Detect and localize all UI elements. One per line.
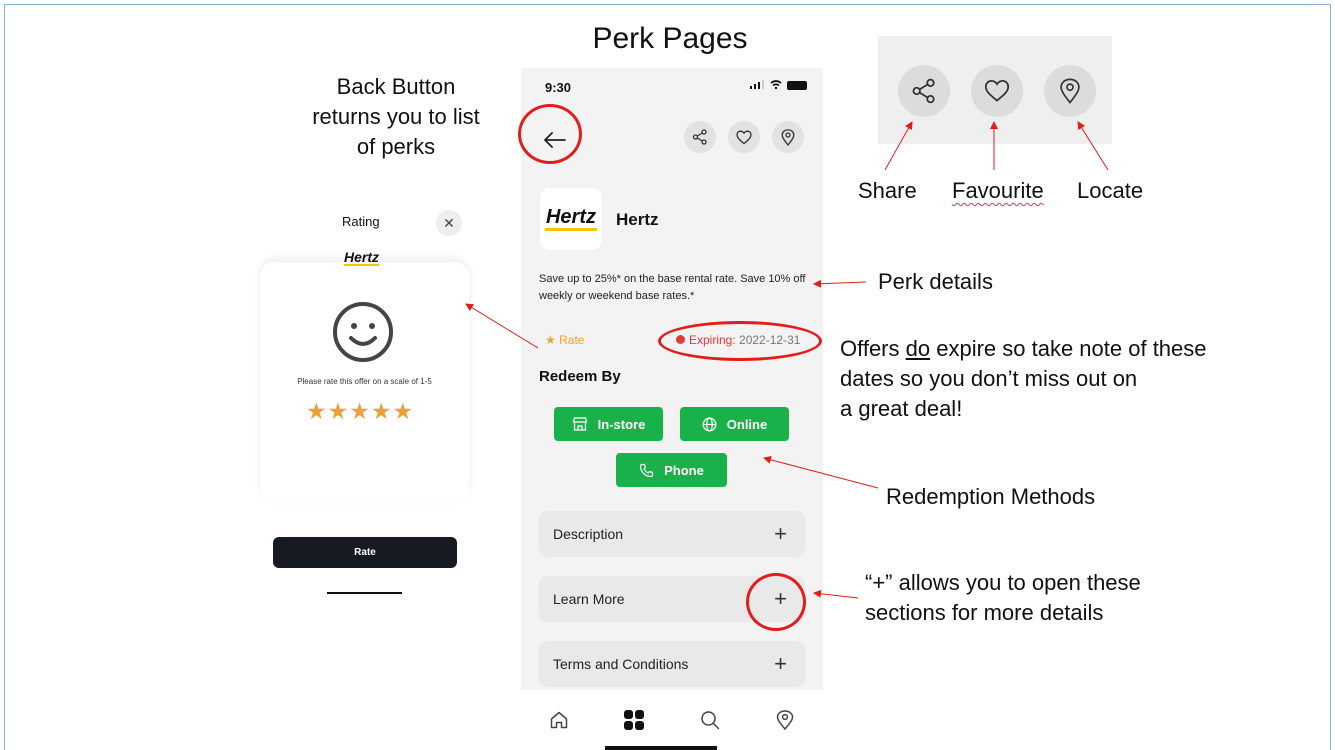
- location-pin-icon: [781, 128, 795, 146]
- store-icon: [572, 417, 587, 431]
- rate-link-label: Rate: [559, 333, 585, 347]
- favourite-button-large: [971, 65, 1023, 117]
- plus-note-line1: “+” allows you to open these: [865, 570, 1141, 595]
- action-icons-panel: [878, 36, 1112, 144]
- expand-plus-icon[interactable]: +: [774, 523, 787, 545]
- tab-search[interactable]: [690, 700, 730, 740]
- share-icon: [692, 129, 707, 145]
- online-button[interactable]: Online: [680, 407, 789, 441]
- tab-home[interactable]: [539, 700, 579, 740]
- tab-perks[interactable]: [614, 700, 654, 740]
- description-section-label: Description: [553, 526, 624, 542]
- in-store-label: In-store: [597, 416, 646, 432]
- redeem-by-title: Redeem By: [539, 368, 621, 385]
- globe-icon: [702, 417, 717, 431]
- search-icon: [701, 711, 719, 730]
- back-button-note-line2: returns you to list: [312, 104, 480, 129]
- perk-details-note: Perk details: [878, 269, 993, 294]
- tab-locate[interactable]: [765, 700, 805, 740]
- expiry-note-line1: Offers do expire so take note of these: [840, 334, 1270, 364]
- favourite-button[interactable]: [728, 121, 760, 153]
- rate-link[interactable]: ★ Rate: [545, 333, 584, 347]
- smiley-icon: [333, 302, 393, 362]
- plus-note: “+” allows you to open these sections fo…: [865, 568, 1205, 628]
- star-icon: ★: [545, 333, 556, 347]
- expiry-note-line2: dates so you don’t miss out on: [840, 366, 1138, 391]
- perk-description: Save up to 25%* on the base rental rate.…: [539, 273, 806, 302]
- rating-prompt: Please rate this offer on a scale of 1-5: [297, 377, 432, 386]
- locate-button-large: [1044, 65, 1096, 117]
- heart-icon: [984, 80, 1010, 102]
- plus-highlight: [746, 573, 806, 631]
- rate-button[interactable]: Rate: [273, 537, 457, 568]
- slide-title: Perk Pages: [592, 22, 748, 55]
- wifi-icon: [770, 80, 782, 90]
- expiry-note-part: Offers: [840, 336, 906, 361]
- locate-note: Locate: [1077, 178, 1144, 203]
- brand-name: Hertz: [616, 210, 659, 229]
- rating-title: Rating: [342, 214, 380, 229]
- expiry-note-part: expire so take note of these: [930, 336, 1207, 361]
- in-store-button[interactable]: In-store: [554, 407, 663, 441]
- back-button-note-line1: Back Button: [336, 74, 456, 99]
- redemption-methods-note: Redemption Methods: [886, 484, 1096, 509]
- share-icon: [912, 78, 935, 104]
- learn-more-section-label: Learn More: [553, 591, 625, 607]
- home-indicator: [327, 592, 402, 594]
- locate-button[interactable]: [772, 121, 804, 153]
- terms-section-label: Terms and Conditions: [553, 656, 689, 672]
- phone-icon: [640, 463, 654, 477]
- back-button-note: Back Button returns you to list of perks: [296, 72, 496, 162]
- home-icon: [550, 711, 567, 729]
- expiry-note-underlined: do: [905, 336, 931, 361]
- heart-icon: [736, 130, 752, 144]
- phone-screen: 9:30 Hertz Hertz Save up to 25%* on the …: [521, 68, 823, 750]
- back-button-note-line3: of perks: [356, 134, 436, 159]
- signal-icon: [750, 80, 765, 89]
- expiry-note: Offers do expire so take note of these d…: [840, 334, 1270, 424]
- rating-hertz-logo: Hertz: [344, 249, 380, 266]
- description-section[interactable]: Description +: [539, 511, 805, 557]
- back-button-highlight: [518, 104, 582, 164]
- share-note: Share: [858, 178, 917, 203]
- phone-home-indicator: [605, 746, 717, 750]
- plus-note-line2: sections for more details: [865, 600, 1104, 625]
- phone-button[interactable]: Phone: [616, 453, 727, 487]
- status-time: 9:30: [545, 80, 572, 95]
- expand-plus-icon[interactable]: +: [774, 653, 787, 675]
- phone-label: Phone: [664, 462, 704, 478]
- hertz-logo: Hertz: [544, 207, 597, 231]
- online-label: Online: [726, 416, 768, 432]
- star-rating-input[interactable]: ★★★★★: [306, 398, 414, 425]
- grid-icon: [624, 710, 645, 730]
- expiry-highlight: [658, 321, 822, 361]
- share-button[interactable]: [684, 121, 716, 153]
- close-icon[interactable]: ✕: [436, 210, 462, 236]
- expiry-note-line3: a great deal!: [840, 396, 963, 421]
- terms-section[interactable]: Terms and Conditions +: [539, 641, 805, 687]
- location-pin-icon: [776, 710, 794, 730]
- bottom-tab-bar: [521, 690, 823, 750]
- status-icons: [750, 78, 807, 92]
- favourite-note: Favourite: [952, 178, 1044, 203]
- brand-logo: Hertz: [540, 188, 602, 250]
- location-pin-icon: [1060, 78, 1080, 104]
- battery-icon: [787, 81, 807, 91]
- share-button-large: [898, 65, 950, 117]
